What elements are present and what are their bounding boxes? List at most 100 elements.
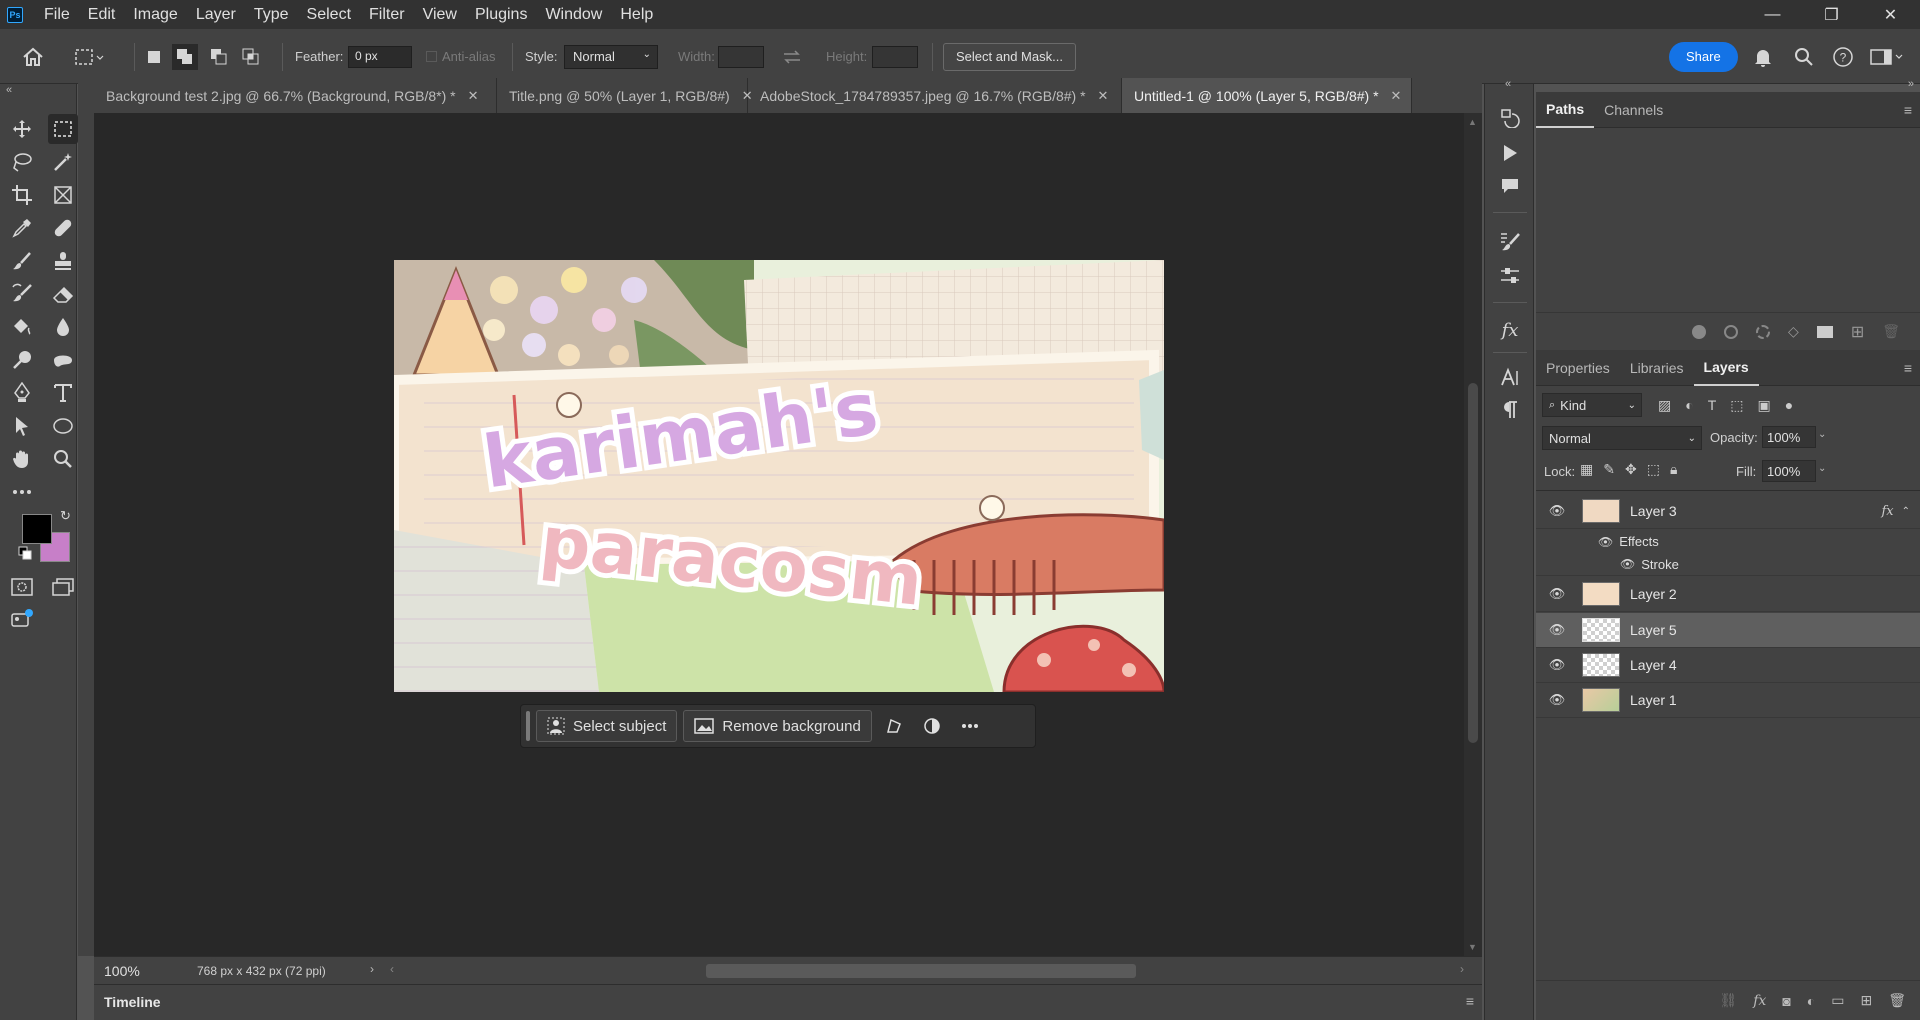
new-adjustment-icon[interactable]: ◐ — [1807, 993, 1815, 1009]
tab-title-png[interactable]: Title.png @ 50% (Layer 1, RGB/8#) ✕ — [497, 78, 753, 113]
panel-menu-icon[interactable]: ≡ — [1466, 993, 1474, 1009]
blur-tool[interactable] — [48, 312, 78, 342]
vertical-scrollbar[interactable]: ▲ ▼ — [1464, 113, 1482, 956]
zoom-tool[interactable] — [48, 444, 78, 474]
dodge-tool[interactable] — [7, 345, 37, 375]
intersect-selection-button[interactable] — [242, 29, 260, 84]
eraser-tool[interactable] — [48, 279, 78, 309]
close-icon[interactable]: ✕ — [468, 88, 479, 104]
tab-libraries[interactable]: Libraries — [1620, 350, 1694, 386]
layer-name[interactable]: Layer 1 — [1630, 692, 1677, 708]
edit-toolbar-button[interactable] — [7, 477, 37, 507]
lock-all-icon[interactable]: 🔒︎ — [1670, 461, 1677, 478]
adjustment-button[interactable] — [916, 710, 948, 742]
filter-toggle-icon[interactable]: ● — [1785, 397, 1793, 414]
tab-background-test[interactable]: Background test 2.jpg @ 66.7% (Backgroun… — [94, 78, 497, 113]
adjustments-panel-button[interactable] — [1495, 262, 1525, 290]
swap-dimensions-button[interactable] — [782, 29, 802, 84]
status-menu-chevron-icon[interactable]: › — [370, 962, 374, 976]
lock-position-icon[interactable]: ✥ — [1625, 461, 1637, 478]
stroke-effect-row[interactable]: 👁︎ Stroke — [1536, 553, 1920, 576]
history-brush-tool[interactable] — [7, 279, 37, 309]
select-subject-button[interactable]: Select subject — [536, 710, 678, 742]
filter-smart-object-icon[interactable]: ▣ — [1758, 397, 1771, 414]
filter-pixel-icon[interactable]: ▨ — [1658, 397, 1671, 414]
new-path-icon[interactable]: ⊞ — [1851, 322, 1864, 342]
layer-name[interactable]: Layer 2 — [1630, 586, 1677, 602]
menu-filter[interactable]: Filter — [360, 0, 414, 29]
drag-handle[interactable] — [526, 711, 530, 741]
close-window-button[interactable]: ✕ — [1861, 0, 1920, 29]
layer-row-layer-4[interactable]: 👁︎ Layer 4 — [1536, 648, 1920, 683]
ellipse-tool[interactable] — [48, 411, 78, 441]
type-tool[interactable] — [48, 378, 78, 408]
opacity-slider-chevron-icon[interactable]: ⌄ — [1818, 429, 1826, 440]
minimize-button[interactable]: — — [1743, 0, 1802, 29]
transform-selection-button[interactable] — [878, 710, 910, 742]
help-button[interactable]: ? — [1832, 29, 1854, 84]
default-colors-icon[interactable] — [18, 546, 32, 563]
move-tool[interactable] — [7, 114, 37, 144]
document-canvas[interactable]: karimah's paracosm — [394, 260, 1164, 692]
object-selection-tool[interactable] — [48, 147, 78, 177]
filter-shape-icon[interactable]: ⬚ — [1730, 397, 1743, 414]
sponge-tool[interactable] — [48, 345, 78, 375]
fill-slider-chevron-icon[interactable]: ⌄ — [1818, 463, 1826, 474]
timeline-label[interactable]: Timeline — [104, 994, 161, 1010]
collapse-panels-icon[interactable]: » — [1908, 78, 1914, 90]
load-selection-icon[interactable] — [1756, 324, 1771, 339]
visibility-eye-icon[interactable]: 👁︎ — [1546, 622, 1568, 638]
search-button[interactable] — [1794, 29, 1814, 84]
marquee-preset-picker[interactable] — [74, 29, 104, 84]
quick-mask-button[interactable] — [7, 572, 37, 602]
filter-adjustment-icon[interactable]: ◐ — [1685, 397, 1693, 414]
generative-fill-button[interactable] — [7, 604, 37, 634]
height-input[interactable] — [872, 45, 918, 68]
expand-dock-icon[interactable]: « — [1505, 78, 1511, 90]
add-selection-button[interactable] — [172, 29, 198, 84]
fill-path-icon[interactable] — [1692, 324, 1707, 339]
paragraph-panel-button[interactable] — [1495, 396, 1525, 424]
eyedropper-tool[interactable] — [7, 213, 37, 243]
scroll-down-icon[interactable]: ▼ — [1468, 942, 1477, 952]
select-and-mask-button[interactable]: Select and Mask... — [943, 42, 1076, 71]
document-info[interactable]: 768 px x 432 px (72 ppi) — [197, 964, 326, 978]
menu-window[interactable]: Window — [536, 0, 611, 29]
vertical-scroll-thumb[interactable] — [1468, 383, 1478, 743]
visibility-eye-icon[interactable]: 👁︎ — [1546, 586, 1568, 602]
tab-properties[interactable]: Properties — [1536, 350, 1620, 386]
stroke-path-icon[interactable] — [1724, 324, 1739, 339]
rectangular-marquee-tool[interactable] — [48, 114, 78, 144]
antialias-checkbox[interactable]: Anti-alias — [426, 29, 495, 84]
share-button[interactable]: Share — [1669, 41, 1738, 72]
opacity-input[interactable]: 100% — [1762, 426, 1816, 448]
menu-type[interactable]: Type — [245, 0, 298, 29]
style-select[interactable]: Normal ⌄ — [564, 44, 658, 69]
restore-button[interactable]: ❐ — [1802, 0, 1861, 29]
scroll-up-icon[interactable]: ▲ — [1468, 117, 1477, 127]
pen-tool[interactable] — [7, 378, 37, 408]
add-style-icon[interactable]: fx — [1753, 993, 1766, 1009]
layer-row-layer-3[interactable]: 👁︎ Layer 3 fx ⌃ — [1536, 494, 1920, 529]
visibility-eye-icon[interactable]: 👁︎ — [1546, 692, 1568, 708]
character-panel-button[interactable] — [1495, 364, 1525, 392]
home-button[interactable] — [22, 29, 44, 84]
add-mask-icon[interactable] — [1816, 325, 1833, 338]
actions-panel-button[interactable] — [1495, 139, 1525, 167]
chevron-up-icon[interactable]: ⌃ — [1902, 506, 1910, 517]
layer-row-layer-1[interactable]: 👁︎ Layer 1 — [1536, 683, 1920, 718]
layer-name[interactable]: Layer 3 — [1630, 503, 1677, 519]
tab-paths[interactable]: Paths — [1536, 92, 1595, 128]
collapse-toolbar-icon[interactable]: « — [6, 84, 12, 96]
new-group-icon[interactable]: ▭ — [1831, 992, 1844, 1009]
more-options-button[interactable] — [954, 710, 986, 742]
make-work-path-icon[interactable]: ◇ — [1788, 323, 1799, 340]
horizontal-scroll-thumb[interactable] — [706, 964, 1136, 978]
brush-tool[interactable] — [7, 246, 37, 276]
filter-type-icon[interactable]: T — [1708, 397, 1717, 414]
comments-panel-button[interactable] — [1495, 172, 1525, 200]
brush-settings-button[interactable] — [1495, 227, 1525, 255]
menu-image[interactable]: Image — [124, 0, 186, 29]
menu-select[interactable]: Select — [298, 0, 360, 29]
width-input[interactable] — [718, 45, 764, 68]
